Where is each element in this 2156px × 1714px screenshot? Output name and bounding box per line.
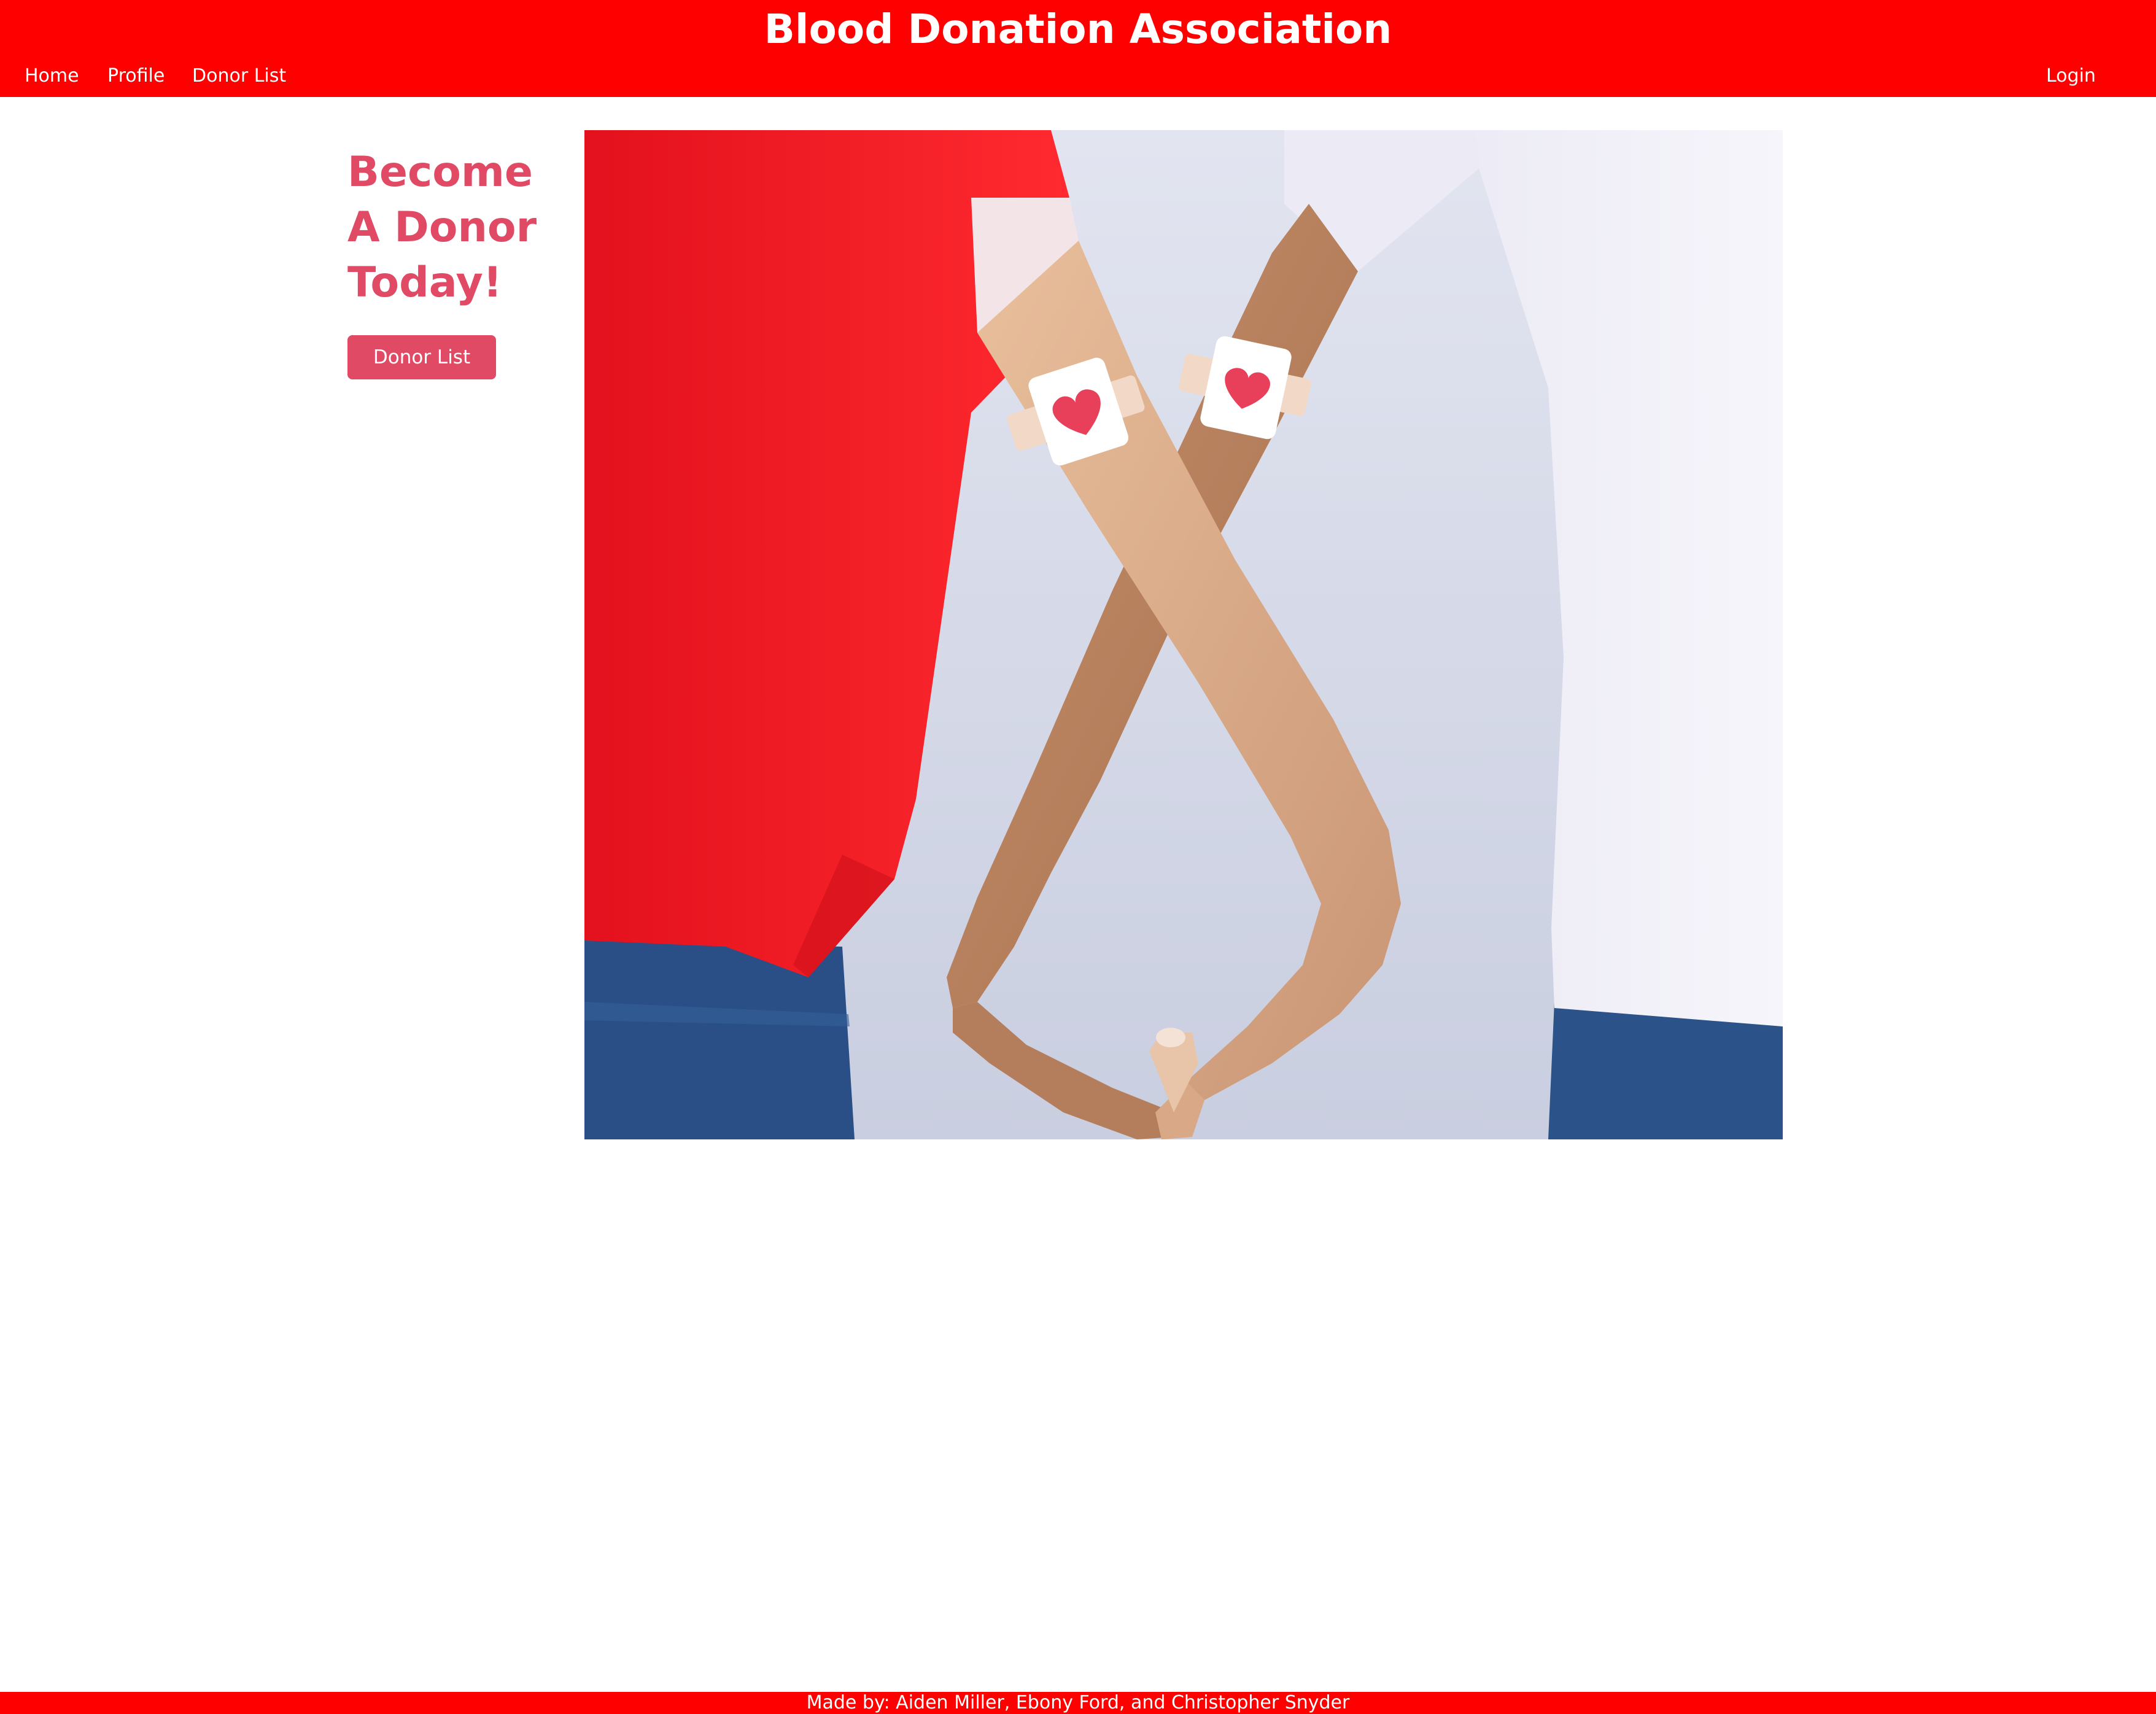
nav-home-link[interactable]: Home bbox=[25, 60, 79, 92]
site-title: Blood Donation Association bbox=[764, 6, 1392, 53]
site-footer: Made by: Aiden Miller, Ebony Ford, and C… bbox=[0, 1692, 2156, 1714]
hero-photo-illustration bbox=[584, 130, 1783, 1139]
donor-list-button[interactable]: Donor List bbox=[347, 335, 496, 379]
nav-login-link[interactable]: Login bbox=[2046, 60, 2096, 92]
hero-heading: Become A Donor Today! bbox=[347, 148, 537, 307]
nav-donor-list-link[interactable]: Donor List bbox=[192, 60, 286, 92]
hero-photo bbox=[584, 130, 1783, 1139]
footer-credits: Made by: Aiden Miller, Ebony Ford, and C… bbox=[806, 1692, 1350, 1713]
page: Blood Donation Association Home Profile … bbox=[0, 0, 2156, 1714]
nav-profile-link[interactable]: Profile bbox=[107, 60, 165, 92]
site-header: Blood Donation Association Home Profile … bbox=[0, 0, 2156, 97]
